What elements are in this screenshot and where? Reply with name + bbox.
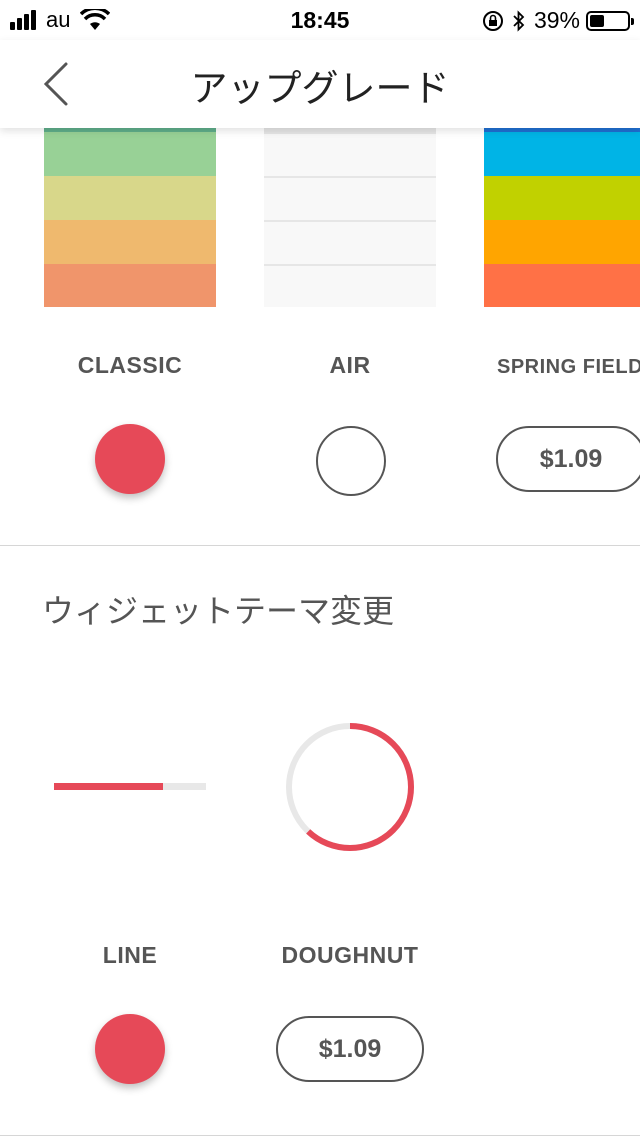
theme-color-band bbox=[264, 176, 436, 222]
widget-label-doughnut: DOUGHNUT bbox=[281, 942, 419, 968]
theme-radio-air[interactable] bbox=[316, 426, 386, 496]
status-right: 39% bbox=[482, 7, 634, 34]
theme-color-band bbox=[484, 176, 640, 220]
theme-color-band bbox=[44, 220, 216, 264]
line-widget-progress bbox=[54, 783, 164, 790]
theme-label-classic: CLASSIC bbox=[77, 352, 183, 378]
theme-color-band bbox=[264, 220, 436, 266]
battery-nub bbox=[631, 17, 634, 25]
line-widget-preview[interactable] bbox=[54, 783, 206, 790]
navigation-bar: アップグレード bbox=[0, 40, 640, 128]
page-title: アップグレード bbox=[190, 68, 450, 109]
theme-preview-spring-field[interactable] bbox=[484, 128, 640, 307]
theme-label-spring-field: SPRING FIELD bbox=[497, 356, 640, 378]
widget-radio-line-selected[interactable] bbox=[95, 1014, 165, 1084]
section-divider bbox=[0, 545, 640, 546]
widget-label-line: LINE bbox=[102, 942, 158, 968]
theme-color-band bbox=[484, 132, 640, 176]
theme-preview-air[interactable] bbox=[264, 128, 436, 307]
doughnut-price-button[interactable]: $1.09 bbox=[276, 1016, 424, 1082]
theme-color-band bbox=[264, 132, 436, 178]
theme-label-air: AIR bbox=[329, 352, 371, 378]
theme-color-band bbox=[44, 132, 216, 176]
widget-theme-section-title: ウィジェットテーマ変更 bbox=[42, 593, 395, 629]
doughnut-widget-preview[interactable] bbox=[284, 721, 416, 853]
theme-color-band bbox=[484, 220, 640, 264]
battery-fill bbox=[590, 14, 605, 27]
battery-icon bbox=[586, 10, 634, 31]
bluetooth-icon bbox=[513, 9, 525, 32]
theme-color-band bbox=[484, 264, 640, 307]
theme-radio-classic-selected[interactable] bbox=[95, 424, 165, 494]
theme-color-band bbox=[44, 264, 216, 307]
orientation-lock-icon bbox=[482, 10, 503, 31]
theme-preview-classic[interactable] bbox=[44, 128, 216, 307]
theme-color-band bbox=[44, 176, 216, 220]
battery-percent: 39% bbox=[533, 7, 580, 33]
theme-color-band bbox=[264, 264, 436, 307]
status-bar: au 18:45 39% bbox=[0, 0, 640, 40]
spring-field-price-button[interactable]: $1.09 bbox=[496, 426, 640, 492]
